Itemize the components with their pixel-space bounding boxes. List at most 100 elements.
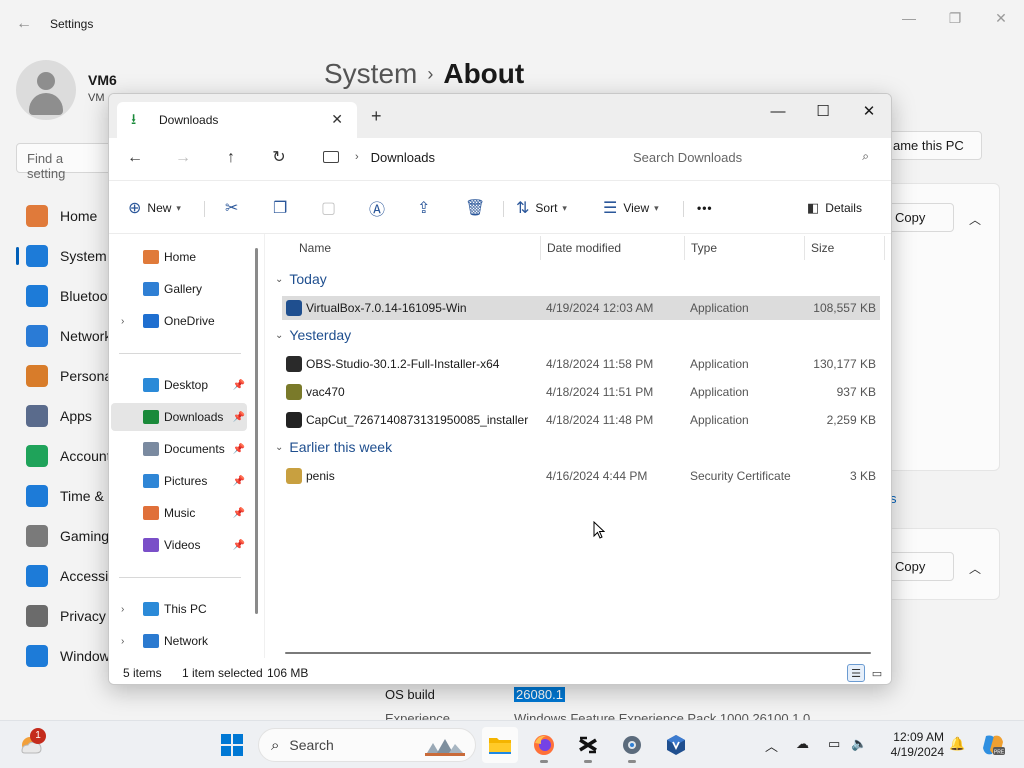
sidebar-item-gaming[interactable]: Gaming [16,516,116,556]
nav-item-home[interactable]: Home [111,243,247,271]
group-header[interactable]: ⌄ Earlier this week [275,436,392,458]
column-header-date[interactable]: Date modified [547,234,621,262]
nav-divider [119,577,241,578]
sidebar-item-accessib[interactable]: Accessib [16,556,116,596]
capcut-app-icon[interactable] [570,727,606,763]
maximize-button[interactable]: ☐ [803,100,843,124]
expand-chevron-icon[interactable]: › [121,316,124,327]
nav-item-music[interactable]: Music 📌 [111,499,247,527]
more-options-button[interactable]: ••• [697,195,713,221]
sort-button[interactable]: ⇅ Sort ▾ [516,195,567,221]
share-button[interactable]: ⇪ [417,195,430,221]
onedrive-offline-icon[interactable]: ☁ [796,736,809,752]
copy-windows-specs-button[interactable]: Copy [884,552,954,581]
sidebar-item-time[interactable]: Time & [16,476,116,516]
user-email: VM [88,92,105,104]
file-row[interactable]: VirtualBox-7.0.14-161095-Win 4/19/2024 12… [282,296,880,320]
column-header-type[interactable]: Type [691,234,717,262]
file-row[interactable]: CapCut_7267140873131950085_installer 4/18… [282,408,880,432]
file-row[interactable]: penis 4/16/2024 4:44 PM Security Certifica… [282,464,880,488]
mouse-cursor-icon [593,521,605,539]
group-header[interactable]: ⌄ Today [275,268,327,290]
collapse-chevron-icon[interactable]: ︿ [969,211,981,228]
sidebar-item-network[interactable]: Network [16,316,116,356]
expand-chevron-icon[interactable]: › [121,604,124,615]
document-icon [143,442,159,456]
address-location[interactable]: Downloads [371,150,435,165]
back-arrow-icon[interactable]: ← [14,14,34,34]
search-highlight-icon [425,739,465,756]
settings-minimize-button[interactable]: — [894,8,924,28]
new-button[interactable]: ⊕ New ▾ [128,195,181,221]
up-button[interactable]: ↑ [220,147,242,169]
column-header-name[interactable]: Name [299,234,331,262]
nav-item-label: Network [164,634,209,648]
search-input[interactable]: Search Downloads ⌕ [621,142,879,172]
settings-close-button[interactable]: ✕ [986,8,1016,28]
breadcrumb-parent[interactable]: System [324,58,417,89]
nav-item-network[interactable]: › Network [111,627,247,655]
details-pane-button[interactable]: ◧ Details [807,195,862,221]
taskbar-search[interactable]: ⌕ Search [258,728,476,762]
collapse-chevron-icon[interactable]: ︿ [969,560,981,577]
rename-pc-button[interactable]: ame this PC [884,131,982,160]
copilot-icon[interactable]: PRE [980,732,1006,758]
nav-item-desktop[interactable]: Desktop 📌 [111,371,247,399]
copy-button[interactable]: ❐ [273,195,287,221]
sidebar-item-window[interactable]: Window [16,636,116,676]
virtualbox-app-icon[interactable] [658,727,694,763]
delete-button[interactable]: 🗑 [465,195,485,221]
group-header[interactable]: ⌄ Yesterday [275,324,351,346]
column-header-size[interactable]: Size [811,234,834,262]
settings-restore-button[interactable]: ❐ [940,8,970,28]
nav-item-videos[interactable]: Videos 📌 [111,531,247,559]
copy-device-specs-button[interactable]: Copy [884,203,954,232]
sidebar-item-accounts[interactable]: Accounts [16,436,118,476]
address-bar[interactable]: › Downloads [309,142,609,172]
file-explorer-icon[interactable] [482,727,518,763]
nav-item-gallery[interactable]: Gallery [111,275,247,303]
user-avatar[interactable] [16,60,76,120]
file-size: 3 KB [849,469,876,483]
sidebar-item-personal[interactable]: Personal [16,356,116,396]
settings-app-icon[interactable] [614,727,650,763]
sidebar-item-home[interactable]: Home [16,196,116,236]
horizontal-scrollbar[interactable] [285,652,871,654]
sidebar-item-privacy[interactable]: Privacy [16,596,116,636]
close-tab-icon[interactable]: ✕ [331,111,343,128]
tab-downloads[interactable]: ⭳ Downloads ✕ [117,102,357,138]
sidebar-item-system[interactable]: System [16,236,116,276]
firefox-icon[interactable] [526,727,562,763]
close-button[interactable]: ✕ [849,100,889,124]
file-row[interactable]: vac470 4/18/2024 11:51 PM Application 937 K… [282,380,880,404]
sidebar-item-apps[interactable]: Apps [16,396,116,436]
start-button[interactable] [214,727,250,763]
volume-icon[interactable]: 🔈 [851,736,867,752]
large-icons-view-icon[interactable]: ▭ [868,664,886,682]
nav-scrollbar[interactable] [255,248,258,614]
nav-item-pictures[interactable]: Pictures 📌 [111,467,247,495]
nav-item-onedrive[interactable]: › OneDrive [111,307,247,335]
paste-button[interactable]: ▢ [321,195,336,221]
forward-button[interactable]: → [172,147,194,169]
new-tab-button[interactable]: + [371,106,382,127]
chevron-right-icon[interactable]: › [355,151,359,163]
refresh-button[interactable]: ↻ [268,147,290,169]
show-hidden-icons-icon[interactable]: ︿ [765,736,778,755]
network-icon[interactable]: ▭ [828,736,840,752]
nav-item-downloads[interactable]: Downloads 📌 [111,403,247,431]
minimize-button[interactable]: — [758,100,798,124]
back-button[interactable]: ← [124,147,146,169]
cut-button[interactable]: ✂ [225,195,238,221]
nav-item-this-pc[interactable]: › This PC [111,595,247,623]
file-row[interactable]: OBS-Studio-30.1.2-Full-Installer-x64 4/18… [282,352,880,376]
view-button[interactable]: ☰ View ▾ [603,195,659,221]
bell-icon[interactable]: 🔔 [949,736,965,752]
expand-chevron-icon[interactable]: › [121,636,124,647]
nav-item-documents[interactable]: Documents 📌 [111,435,247,463]
settings-search-input[interactable]: Find a setting [16,143,116,181]
rename-button[interactable]: Ⓐ [369,195,385,221]
sidebar-item-bluetooth[interactable]: Bluetooth [16,276,119,316]
clock[interactable]: 12:09 AM 4/19/2024 [880,730,944,760]
details-view-icon[interactable]: ☰ [847,664,865,682]
